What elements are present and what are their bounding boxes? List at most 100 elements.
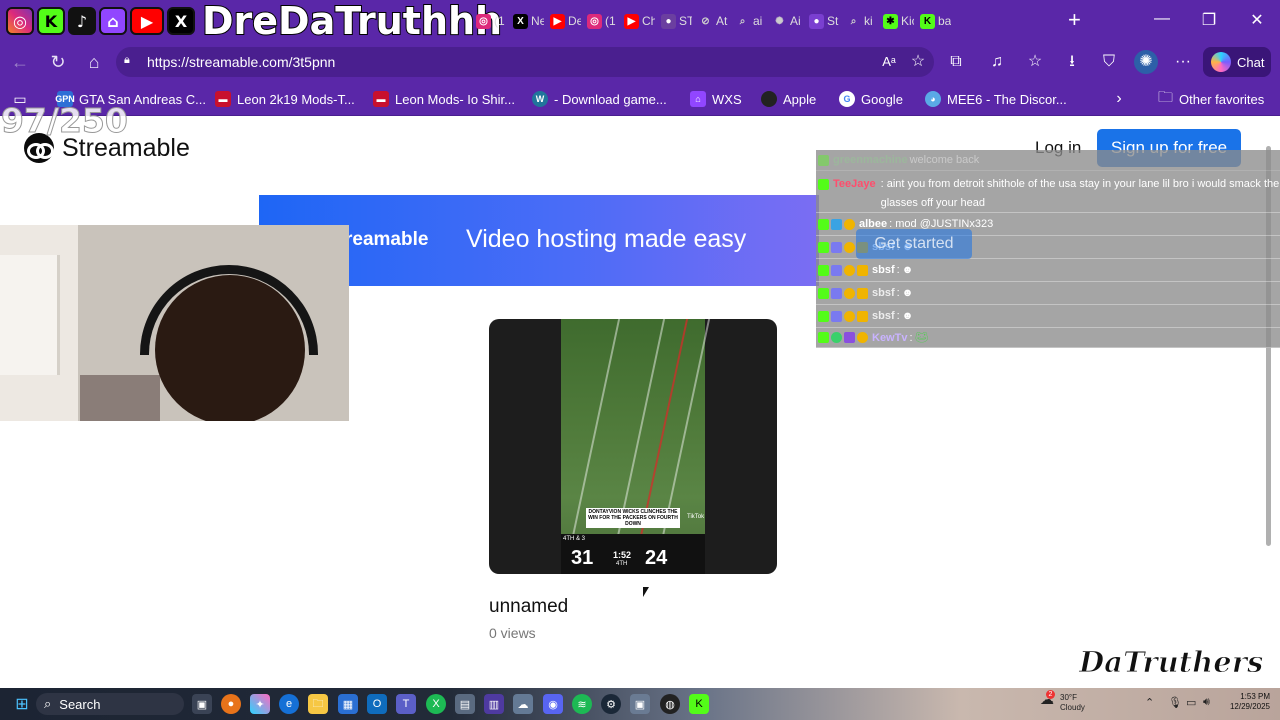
new-tab-button[interactable]: + xyxy=(1068,8,1090,34)
store-icon[interactable]: ▦ xyxy=(338,694,358,714)
app-icon[interactable]: ☁ xyxy=(513,694,533,714)
download-icon[interactable]: ⭳ xyxy=(1060,50,1084,74)
copilot-chat-button[interactable]: Chat xyxy=(1203,47,1271,77)
tab[interactable]: ◎ (1 xyxy=(581,8,618,34)
close-button[interactable]: ✕ xyxy=(1247,10,1267,30)
emote-icon: ☻ xyxy=(901,287,914,299)
gift-badge-icon xyxy=(857,332,868,343)
gift-badge-icon xyxy=(844,241,855,253)
file-explorer-icon[interactable]: 🗀 xyxy=(308,694,328,714)
firefox-icon[interactable]: ● xyxy=(221,694,241,714)
refresh-icon[interactable]: ↻ xyxy=(46,50,70,74)
chat-username: KewTv xyxy=(872,331,908,344)
back-arrow-icon[interactable]: ← xyxy=(8,50,32,74)
favorites-icon[interactable]: ☆ xyxy=(1023,50,1047,74)
chevron-right-icon[interactable]: › xyxy=(1107,87,1131,111)
sub-badge-icon xyxy=(831,218,842,230)
notification-badge: 2 xyxy=(1046,690,1055,699)
tab-label: (1 xyxy=(605,14,616,28)
bookmark-label: Google xyxy=(861,91,903,107)
chat-message: greenmachine welcome back xyxy=(816,150,1280,171)
system-clock[interactable]: 1:53 PM 12/29/2025 xyxy=(1222,692,1270,712)
tab[interactable]: ⌕ ki xyxy=(840,8,877,34)
temperature: 30°F xyxy=(1060,693,1077,702)
bookmark-mee6[interactable]: ◕ MEE6 - The Discor... xyxy=(925,89,1067,109)
app-icon[interactable]: ▥ xyxy=(484,694,504,714)
folder-icon: 🗀 xyxy=(1158,88,1174,106)
media-icon[interactable]: ♫ xyxy=(985,50,1009,74)
twitch-icon: ⌂ xyxy=(99,7,127,35)
video-player[interactable]: DONTAYVION WICKS CLINCHES THE WIN FOR TH… xyxy=(489,319,777,574)
restore-button[interactable]: ❐ xyxy=(1199,10,1219,30)
xbox-icon[interactable]: X xyxy=(426,694,446,714)
microphone-icon[interactable]: 🎙︎ xyxy=(1168,696,1182,709)
task-view-icon[interactable]: ▣ xyxy=(192,694,212,714)
tab[interactable]: ● St xyxy=(803,8,840,34)
edge-icon[interactable]: e xyxy=(279,694,299,714)
bookmark-download-game[interactable]: W - Download game... xyxy=(532,89,667,109)
kick-icon: ✱ xyxy=(883,13,898,29)
lock-icon[interactable]: 🔒︎ xyxy=(124,54,136,66)
windows-start-icon[interactable]: ⊞ xyxy=(12,694,32,714)
app-icon[interactable]: ▣ xyxy=(630,694,650,714)
outlook-icon[interactable]: O xyxy=(367,694,387,714)
bookmark-apple[interactable]: Apple xyxy=(761,89,816,109)
bookmark-leon-mods[interactable]: ▬ Leon Mods- Io Shir... xyxy=(373,89,515,109)
obs-icon[interactable]: ◍ xyxy=(660,694,680,714)
wordpress-icon: W xyxy=(532,91,548,107)
mouse-cursor xyxy=(643,587,649,597)
favorite-star-icon[interactable]: ☆ xyxy=(906,50,930,74)
bookmark-leon-2k19[interactable]: ▬ Leon 2k19 Mods-T... xyxy=(215,89,355,109)
search-icon: ⌕ xyxy=(850,15,857,27)
bookmark-google[interactable]: G Google xyxy=(839,89,903,109)
tab[interactable]: ● ST xyxy=(655,8,692,34)
other-favorites[interactable]: 🗀 Other favorites xyxy=(1158,89,1264,109)
bookmark-wxs[interactable]: ⌂ WXS xyxy=(690,89,742,109)
home-icon[interactable]: ⌂ xyxy=(82,50,106,74)
tab[interactable]: ◎ (1 xyxy=(470,8,507,34)
taskbar-search[interactable]: ⌕ Search xyxy=(36,693,184,715)
webcam-overlay xyxy=(0,225,349,421)
webcam-window xyxy=(0,255,60,375)
tab[interactable]: X Ne xyxy=(507,8,544,34)
read-aloud-icon[interactable]: Aᵃ xyxy=(877,50,901,74)
tab-active[interactable]: Kba xyxy=(914,8,951,34)
tab[interactable]: ✱Kic xyxy=(877,8,914,34)
webcam-bed xyxy=(80,375,160,421)
get-started-button[interactable]: Get started xyxy=(856,229,972,259)
more-menu-icon[interactable]: ··· xyxy=(1171,50,1195,74)
crown-badge-icon xyxy=(857,287,868,299)
minimize-button[interactable]: — xyxy=(1152,10,1172,28)
apple-icon xyxy=(761,91,777,107)
chevron-up-icon[interactable]: ⌃ xyxy=(1145,696,1154,709)
tab[interactable]: ✺ Ai xyxy=(766,8,803,34)
spotify-icon[interactable]: ≋ xyxy=(572,694,592,714)
extensions-icon[interactable]: ⧉ xyxy=(944,50,968,74)
shield-icon[interactable]: ⛉ xyxy=(1097,50,1121,74)
clock-date: 12/29/2025 xyxy=(1229,702,1270,711)
teams-icon[interactable]: T xyxy=(396,694,416,714)
url-text: https://streamable.com/3t5pnn xyxy=(147,54,336,70)
copilot-icon[interactable]: ✦ xyxy=(250,694,270,714)
tab[interactable]: ▶ Ch xyxy=(618,8,655,34)
tab[interactable]: ⌕ ai xyxy=(729,8,766,34)
tab[interactable]: ▶ De xyxy=(544,8,581,34)
chat-username: sbsf xyxy=(872,264,895,276)
steam-icon[interactable]: ⚙ xyxy=(601,694,621,714)
chat-username: sbsf xyxy=(872,310,895,322)
volume-icon[interactable]: 🔊︎ xyxy=(1203,696,1210,709)
crown-badge-icon xyxy=(857,264,868,276)
kick-icon[interactable]: K xyxy=(689,694,709,714)
chat-username: greenmachine xyxy=(833,154,908,166)
tab-label: ba xyxy=(938,14,951,28)
network-icon[interactable]: ▭ xyxy=(1186,696,1196,709)
discord-icon[interactable]: ◉ xyxy=(543,694,563,714)
app-icon[interactable]: ▤ xyxy=(455,694,475,714)
chat-message: KewTv: 🐸︎ xyxy=(816,328,1280,348)
tab[interactable]: ⊘ At xyxy=(692,8,729,34)
sub-badge-icon xyxy=(831,310,842,322)
tab-label: Ch xyxy=(642,14,655,28)
emote-icon: ☻ xyxy=(901,264,914,276)
profile-avatar[interactable]: ✺ xyxy=(1134,50,1158,74)
url-field[interactable]: https://streamable.com/3t5pnn xyxy=(116,47,934,77)
